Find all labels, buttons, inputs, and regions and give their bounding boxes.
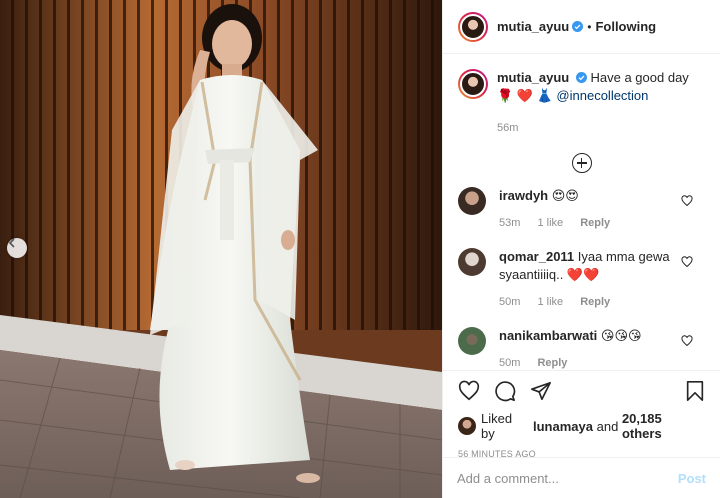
commenter-username[interactable]: qomar_2011: [499, 249, 574, 264]
photo-illustration: [0, 0, 442, 498]
comment-item: qomar_2011 Iyaa mma gewa syaantiiiiq.. ❤…: [458, 248, 705, 311]
chevron-left-icon: [8, 238, 15, 248]
comment-meta: 53m 1 like Reply: [499, 214, 679, 232]
share-icon: [531, 381, 551, 401]
likes-summary: Liked by lunamaya and 20,185 others: [458, 411, 705, 441]
load-more-comments[interactable]: [458, 153, 705, 173]
post-photo[interactable]: [0, 0, 442, 498]
caption-author-avatar[interactable]: [458, 69, 488, 99]
comments-list[interactable]: mutia_ayuu Have a good day 🌹 ❤️ 👗 @innec…: [443, 55, 720, 370]
add-comment-bar: Post: [443, 457, 720, 498]
post-side-panel: mutia_ayuu • Following mutia_ayuu Have a…: [442, 0, 720, 498]
post-comment-button[interactable]: Post: [678, 471, 706, 486]
reply-button[interactable]: Reply: [580, 217, 610, 229]
caption-text: mutia_ayuu Have a good day 🌹 ❤️ 👗 @innec…: [497, 69, 705, 137]
caption-time: 56m: [497, 122, 519, 134]
author-avatar[interactable]: [458, 11, 488, 42]
following-button[interactable]: Following: [595, 19, 656, 34]
instagram-post: mutia_ayuu • Following mutia_ayuu Have a…: [0, 0, 720, 498]
commenter-avatar[interactable]: [458, 327, 486, 355]
comment-item: irawdyh 😍😍 53m 1 like Reply: [458, 187, 705, 232]
like-button[interactable]: [458, 380, 480, 402]
comment-text: 😍😍: [551, 188, 579, 203]
liked-and: and: [596, 418, 619, 434]
comment-meta: 50m 1 like Reply: [499, 293, 679, 311]
liked-by-prefix: Liked by: [480, 411, 513, 441]
caption-body: Have a good day: [590, 70, 689, 85]
heart-icon[interactable]: [681, 195, 693, 207]
comment-input[interactable]: [457, 470, 678, 486]
comment-button[interactable]: [494, 380, 516, 402]
likes-count-link[interactable]: 20,185 others: [622, 411, 705, 441]
verified-icon: [572, 21, 584, 32]
comment-time: 50m: [499, 357, 521, 369]
author-username[interactable]: mutia_ayuu: [497, 19, 569, 34]
comment-body: irawdyh 😍😍 53m 1 like Reply: [499, 187, 679, 232]
liker-avatar[interactable]: [458, 417, 476, 435]
heart-icon: [458, 380, 480, 401]
bookmark-icon: [686, 381, 704, 401]
comment-text: 😘😘😘: [600, 328, 642, 343]
action-bar: [458, 371, 705, 411]
reply-button[interactable]: Reply: [537, 357, 567, 369]
header-separator: •: [587, 19, 592, 34]
comment-likes[interactable]: 1 like: [537, 217, 563, 229]
post-header: mutia_ayuu • Following: [443, 0, 720, 54]
verified-icon: [575, 72, 587, 83]
comment-body: nanikambarwati 😘😘😘 50m Reply: [499, 327, 679, 370]
caption-mention-link[interactable]: @innecollection: [556, 88, 648, 103]
caption-emojis: 🌹 ❤️ 👗: [497, 88, 553, 103]
share-button[interactable]: [530, 380, 552, 402]
comment-likes[interactable]: 1 like: [537, 296, 563, 308]
comment-item: nanikambarwati 😘😘😘 50m Reply: [458, 327, 705, 370]
comment-time: 50m: [499, 296, 521, 308]
commenter-username[interactable]: nanikambarwati: [499, 328, 597, 343]
commenter-avatar[interactable]: [458, 187, 486, 215]
post-caption: mutia_ayuu Have a good day 🌹 ❤️ 👗 @innec…: [458, 69, 705, 137]
previous-photo-button[interactable]: [7, 238, 27, 258]
liker-username[interactable]: lunamaya: [533, 419, 593, 434]
comment-icon: [495, 381, 516, 402]
comment-meta: 50m Reply: [499, 354, 679, 370]
plus-circle-icon[interactable]: [571, 153, 592, 173]
heart-icon[interactable]: [681, 256, 693, 268]
comment-body: qomar_2011 Iyaa mma gewa syaantiiiiq.. ❤…: [499, 248, 679, 311]
commenter-username[interactable]: irawdyh: [499, 188, 548, 203]
commenter-avatar[interactable]: [458, 248, 486, 276]
caption-username[interactable]: mutia_ayuu: [497, 70, 569, 85]
post-actions-area: Liked by lunamaya and 20,185 others 56 M…: [443, 370, 720, 459]
comment-time: 53m: [499, 217, 521, 229]
heart-icon[interactable]: [681, 335, 693, 347]
save-button[interactable]: [685, 380, 705, 402]
reply-button[interactable]: Reply: [580, 296, 610, 308]
